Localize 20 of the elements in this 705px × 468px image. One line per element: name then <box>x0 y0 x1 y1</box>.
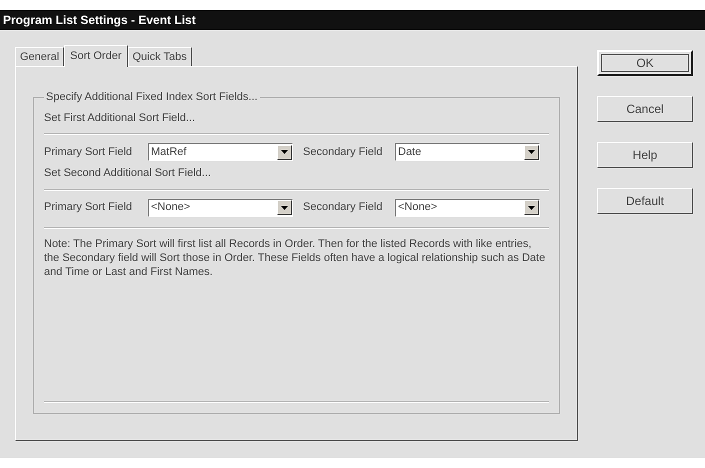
dropdown[interactable]: <None> <box>148 198 293 216</box>
dialog-button[interactable]: Help <box>597 142 693 168</box>
dropdown[interactable]: Date <box>395 143 540 161</box>
note-text: Note: The Primary Sort will first list all Records in Order. Then for the listed Records with like entries, the Secondary field will Sort those in Order. These Fields often have a logical relationship such as Date and Time or Last and First Names. <box>44 236 546 278</box>
field-label: Secondary Field <box>303 144 384 160</box>
field-label: Primary Sort Field <box>44 200 134 216</box>
dialog-button[interactable]: OK <box>597 50 693 76</box>
field-label: Primary Sort Field <box>44 144 134 160</box>
section-heading: Set First Additional Sort Field... <box>44 110 196 126</box>
section-heading: Set Second Additional Sort Field... <box>44 166 212 181</box>
window-title: Program List Settings - Event List <box>3 12 196 29</box>
tab[interactable]: Quick Tabs <box>128 47 192 66</box>
tab[interactable]: Sort Order <box>64 45 128 67</box>
field-label: Secondary Field <box>303 200 384 216</box>
tab[interactable]: General <box>15 47 64 66</box>
dropdown[interactable]: MatRef <box>148 143 293 161</box>
dropdown[interactable]: <None> <box>395 198 540 216</box>
dialog-button[interactable]: Default <box>597 188 693 214</box>
group-title: Specify Additional Fixed Index Sort Fields... <box>45 90 259 105</box>
dialog-button[interactable]: Cancel <box>597 96 693 122</box>
